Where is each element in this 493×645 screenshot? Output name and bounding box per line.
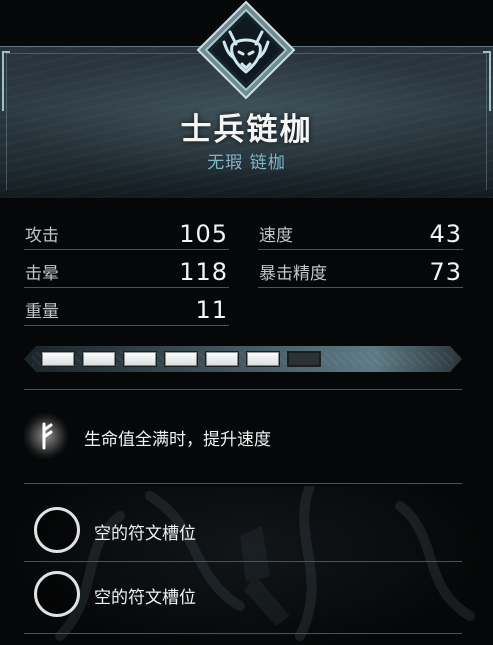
stat-stun: 击晕 118 xyxy=(24,258,229,288)
upgrade-segment-filled xyxy=(82,351,116,367)
empty-slot-icon[interactable] xyxy=(34,571,80,617)
rune-slot-label[interactable]: 空的符文槽位 xyxy=(94,583,196,608)
empty-slot-icon[interactable] xyxy=(34,507,80,553)
upgrade-segment-filled xyxy=(41,351,75,367)
item-quality-type: 无瑕 链枷 xyxy=(207,153,286,173)
rune-glyph-icon xyxy=(24,410,68,462)
perk-description: 生命值全满时，提升速度 xyxy=(84,430,271,450)
divider xyxy=(24,389,462,390)
divider xyxy=(24,633,462,634)
stat-value: 11 xyxy=(195,296,228,324)
frame-corner-right xyxy=(483,51,491,111)
stat-value: 73 xyxy=(429,258,462,286)
item-card: 士兵链枷 无瑕 链枷 攻击 105 速度 43 击晕 118 暴击精度 73 重… xyxy=(0,0,493,645)
item-name: 士兵链枷 xyxy=(180,112,313,148)
rune-slot-label[interactable]: 空的符文槽位 xyxy=(94,519,196,544)
upgrade-segment-filled xyxy=(205,351,239,367)
wolf-head-icon xyxy=(196,0,296,100)
stat-label: 击晕 xyxy=(25,264,59,284)
stat-attack: 攻击 105 xyxy=(24,220,229,250)
stat-value: 43 xyxy=(429,220,462,248)
divider xyxy=(24,483,462,484)
frame-corner-left xyxy=(2,51,10,111)
upgrade-segment-empty xyxy=(287,351,321,367)
divider xyxy=(24,561,462,562)
stat-label: 暴击精度 xyxy=(259,264,327,284)
rune-section-background xyxy=(0,481,493,645)
upgrade-segment-filled xyxy=(123,351,157,367)
upgrade-segment-filled xyxy=(164,351,198,367)
upgrade-segment-filled xyxy=(246,351,280,367)
stat-value: 105 xyxy=(179,220,228,248)
stat-crit-precision: 暴击精度 73 xyxy=(258,258,463,288)
stat-label: 攻击 xyxy=(25,226,59,246)
stat-speed: 速度 43 xyxy=(258,220,463,250)
stat-value: 118 xyxy=(179,258,228,286)
stat-label: 重量 xyxy=(25,302,59,322)
stat-weight: 重量 11 xyxy=(24,296,229,326)
stat-label: 速度 xyxy=(259,226,293,246)
